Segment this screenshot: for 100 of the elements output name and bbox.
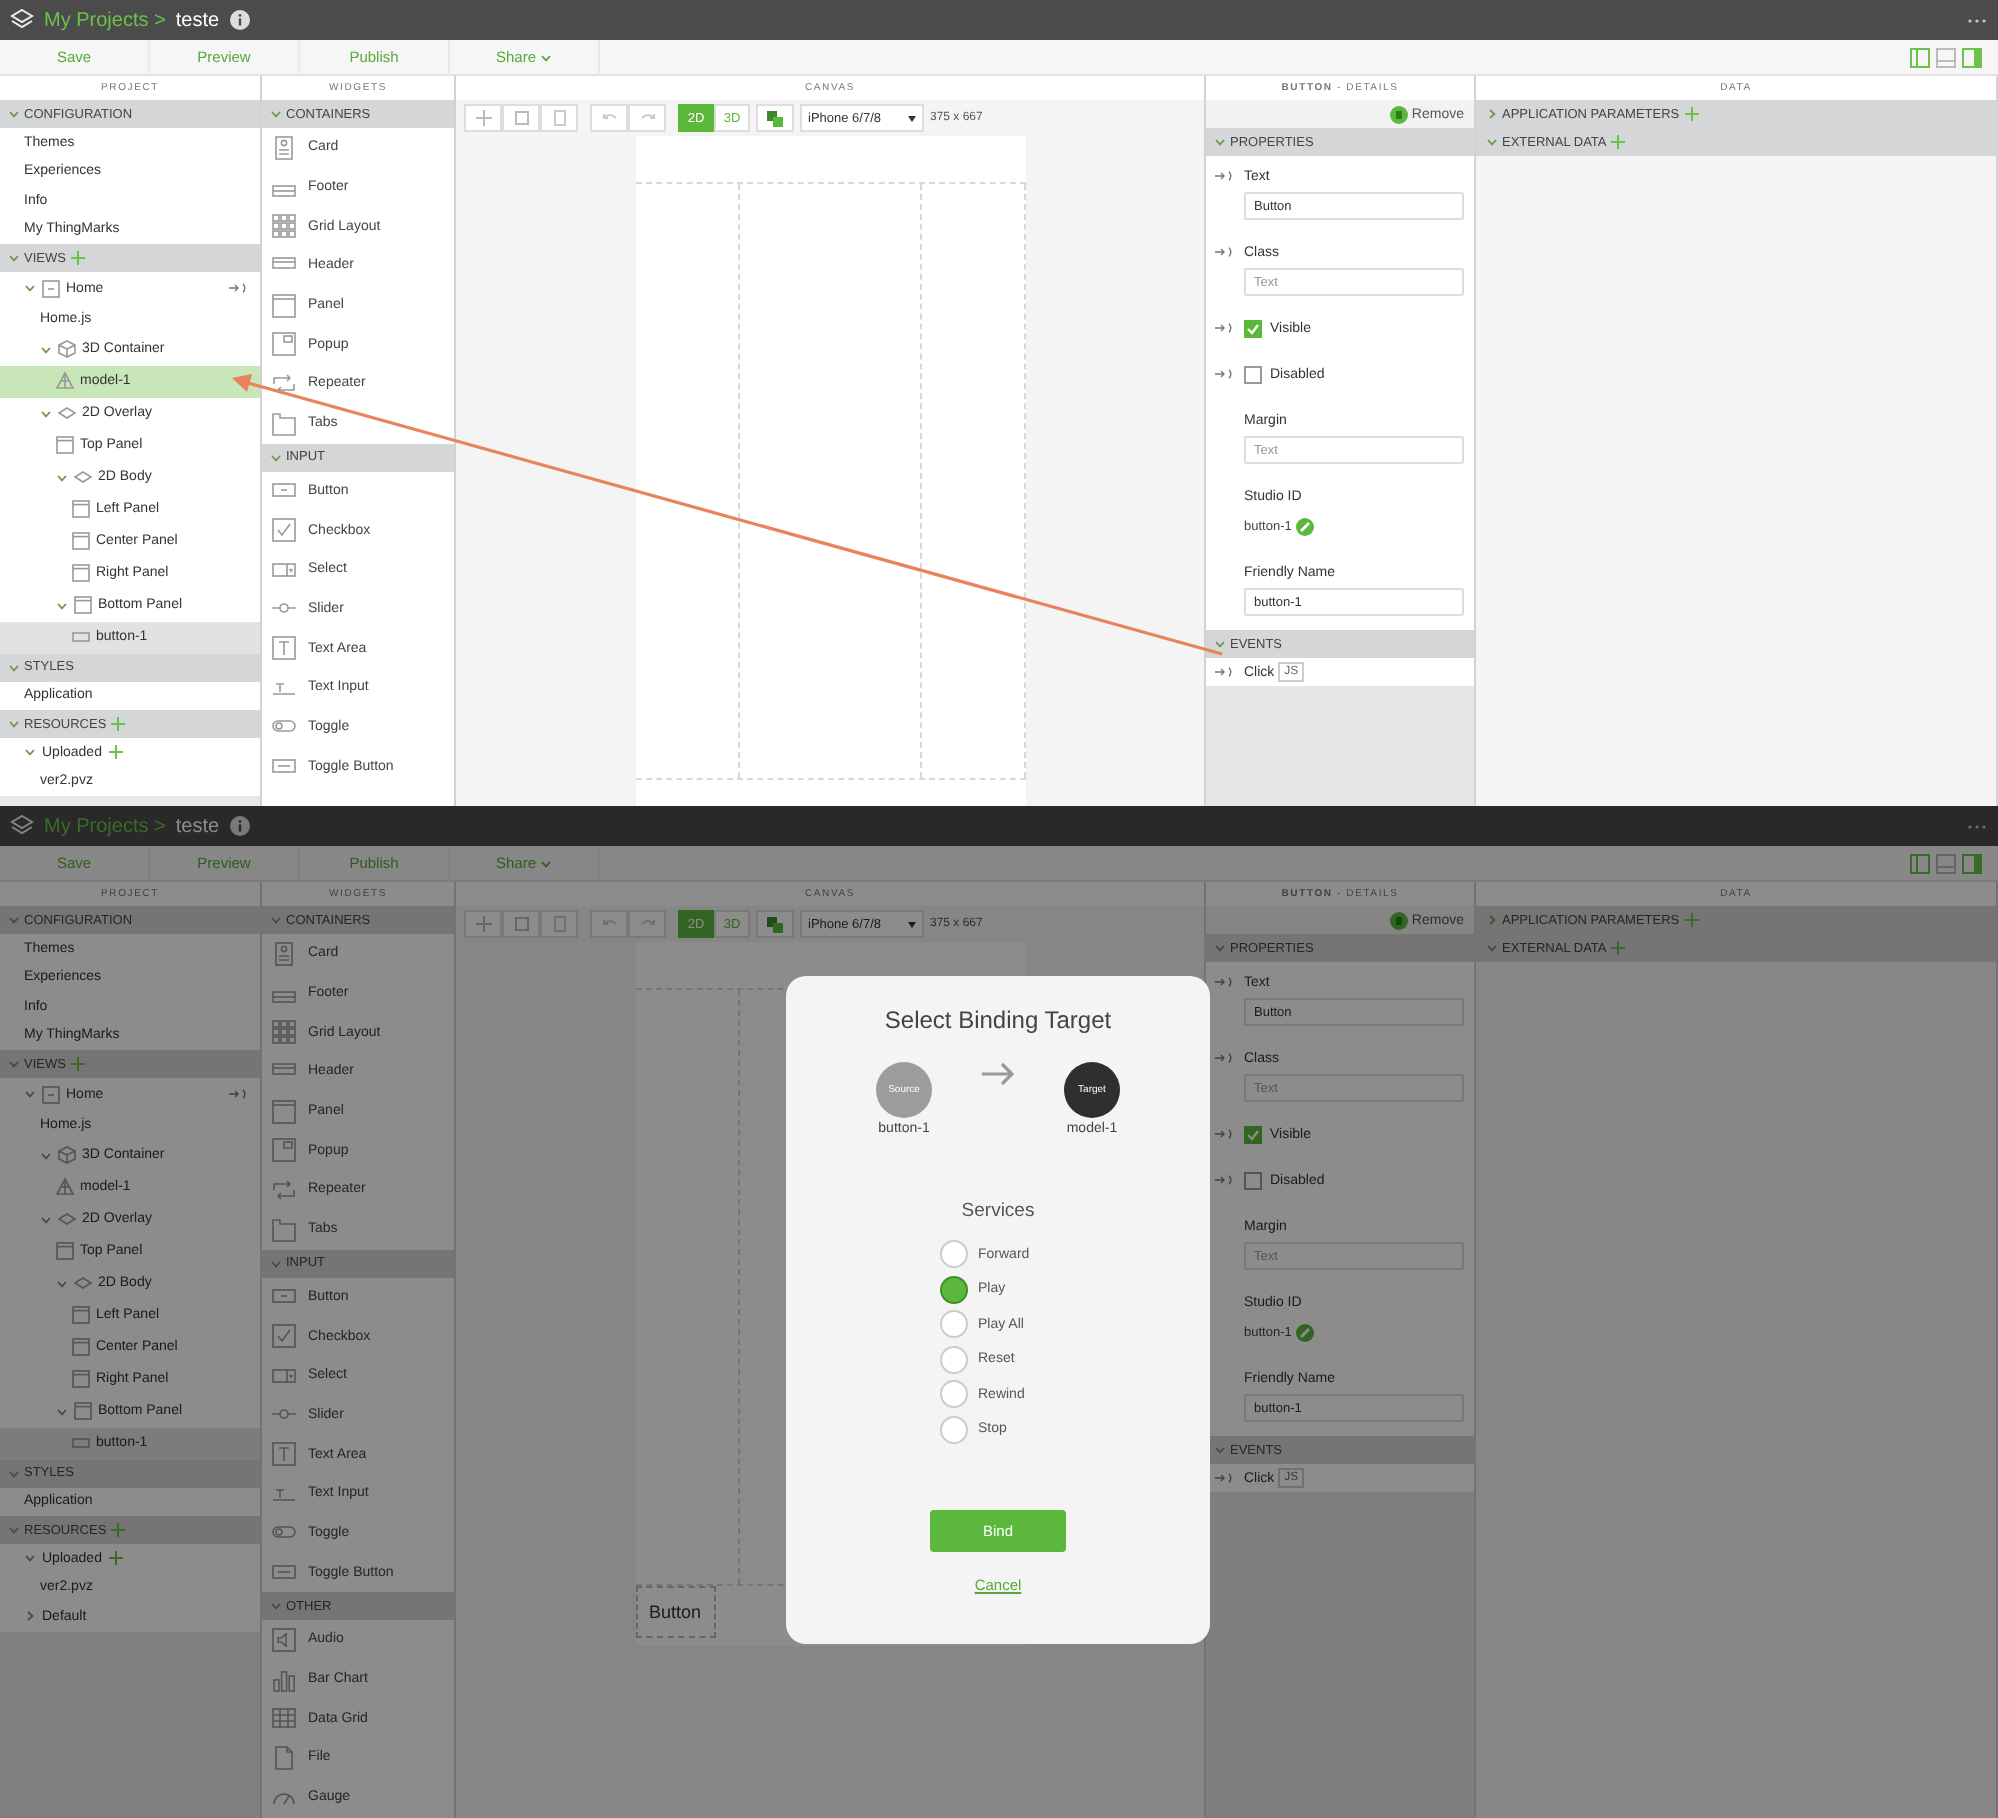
layers-icon	[10, 814, 34, 838]
sidebar-icon	[1962, 853, 1982, 873]
chevron-down-icon	[1214, 136, 1226, 148]
bind-icon	[1214, 170, 1234, 182]
bind-icon	[1214, 976, 1234, 988]
checkbox[interactable]	[1244, 1125, 1262, 1143]
button-icon	[272, 1284, 296, 1309]
copy-button[interactable]	[502, 104, 540, 132]
crosshair-icon	[475, 110, 491, 126]
panel-icon	[74, 1402, 92, 1420]
copy-icon	[513, 110, 529, 126]
add-icon	[107, 744, 124, 761]
text-area-icon	[272, 636, 296, 661]
bind-icon	[1214, 666, 1234, 678]
remove-icon	[1389, 911, 1408, 929]
text-area-icon	[272, 1442, 296, 1467]
add-icon	[1610, 134, 1627, 150]
popup-icon	[272, 332, 296, 357]
paste-button[interactable]	[540, 104, 578, 132]
chevron-down-icon	[1486, 942, 1498, 954]
panel-icon	[72, 1370, 90, 1388]
services-title: Services	[961, 1200, 1035, 1222]
panel-icon	[72, 1338, 90, 1356]
bind-icon	[1214, 246, 1234, 258]
diamond-icon	[74, 468, 92, 486]
remove-icon	[1389, 105, 1408, 123]
sidebar-icon	[1910, 47, 1930, 67]
button-icon	[72, 1434, 90, 1452]
layers-button[interactable]	[756, 910, 794, 938]
add-icon	[107, 1550, 124, 1567]
sidebar-icon	[1962, 47, 1982, 67]
undo-button[interactable]	[590, 910, 628, 938]
canvas-button[interactable]: Button	[635, 1586, 715, 1638]
caret-icon	[908, 115, 916, 121]
redo-button[interactable]	[628, 910, 666, 938]
checkbox-icon	[272, 1324, 296, 1349]
arrow-right-icon	[980, 1062, 1016, 1086]
view-icon	[42, 1085, 60, 1103]
copy-button[interactable]	[502, 910, 540, 938]
add-button[interactable]	[464, 910, 502, 938]
radio-button[interactable]	[940, 1415, 968, 1444]
panel-icon	[56, 436, 74, 454]
chevron-down-icon	[56, 471, 68, 483]
chevron-right-icon	[1486, 914, 1498, 926]
model-icon	[56, 1178, 74, 1196]
grid-icon	[272, 214, 296, 239]
radio-button[interactable]	[940, 1275, 968, 1304]
toggle-button-icon	[272, 1560, 296, 1585]
chevron-down-icon	[1214, 942, 1226, 954]
layers-icon	[10, 8, 34, 32]
diamond-icon	[58, 404, 76, 422]
radio-button[interactable]	[940, 1380, 968, 1409]
diamond-icon	[74, 1274, 92, 1292]
add-icon	[1683, 912, 1700, 928]
undo-icon	[601, 112, 617, 124]
file-icon	[272, 1745, 296, 1770]
chevron-right-icon	[1486, 108, 1498, 120]
grid-icon	[272, 1020, 296, 1045]
popup-icon	[272, 1138, 296, 1163]
redo-button[interactable]	[628, 104, 666, 132]
radio-button[interactable]	[940, 1345, 968, 1374]
bind-icon	[1214, 368, 1234, 380]
bar-chart-icon	[272, 1667, 296, 1692]
chevron-down-icon	[8, 108, 20, 120]
chevron-down-icon	[24, 1088, 36, 1100]
dialog-title: Select Binding Target	[884, 1006, 1112, 1034]
add-icon	[1610, 940, 1627, 956]
toggle-button-icon	[272, 754, 296, 779]
panel-icon	[72, 1306, 90, 1324]
checkbox[interactable]	[1244, 319, 1262, 337]
project-name: teste	[175, 9, 220, 31]
chevron-down-icon	[270, 1600, 282, 1612]
checkbox[interactable]	[1244, 365, 1262, 383]
radio-button[interactable]	[940, 1240, 968, 1268]
chevron-down-icon	[56, 1277, 68, 1289]
crosshair-icon	[475, 916, 491, 932]
panel-icon	[72, 500, 90, 518]
more-icon	[1968, 17, 1986, 23]
bind-icon	[1214, 1128, 1234, 1140]
chevron-down-icon	[1486, 136, 1498, 148]
radio-button[interactable]	[940, 1310, 968, 1339]
checkbox-icon	[272, 518, 296, 543]
undo-button[interactable]	[590, 104, 628, 132]
chevron-down-icon	[40, 343, 52, 355]
copy-icon	[513, 916, 529, 932]
panel-icon	[272, 293, 296, 318]
bind-icon	[1214, 1174, 1234, 1186]
info-icon	[229, 10, 250, 30]
add-button[interactable]	[464, 104, 502, 132]
chevron-down-icon	[40, 1213, 52, 1225]
table-icon	[272, 1706, 296, 1731]
chevron-down-icon	[1214, 1444, 1226, 1456]
add-icon	[110, 716, 127, 732]
button-icon	[72, 628, 90, 646]
checkbox[interactable]	[1244, 1171, 1262, 1189]
clipboard-icon	[551, 916, 567, 932]
tabs-icon	[272, 1217, 296, 1242]
layers-button[interactable]	[756, 104, 794, 132]
breadcrumb-link[interactable]: My Projects >	[44, 9, 166, 31]
paste-button[interactable]	[540, 910, 578, 938]
